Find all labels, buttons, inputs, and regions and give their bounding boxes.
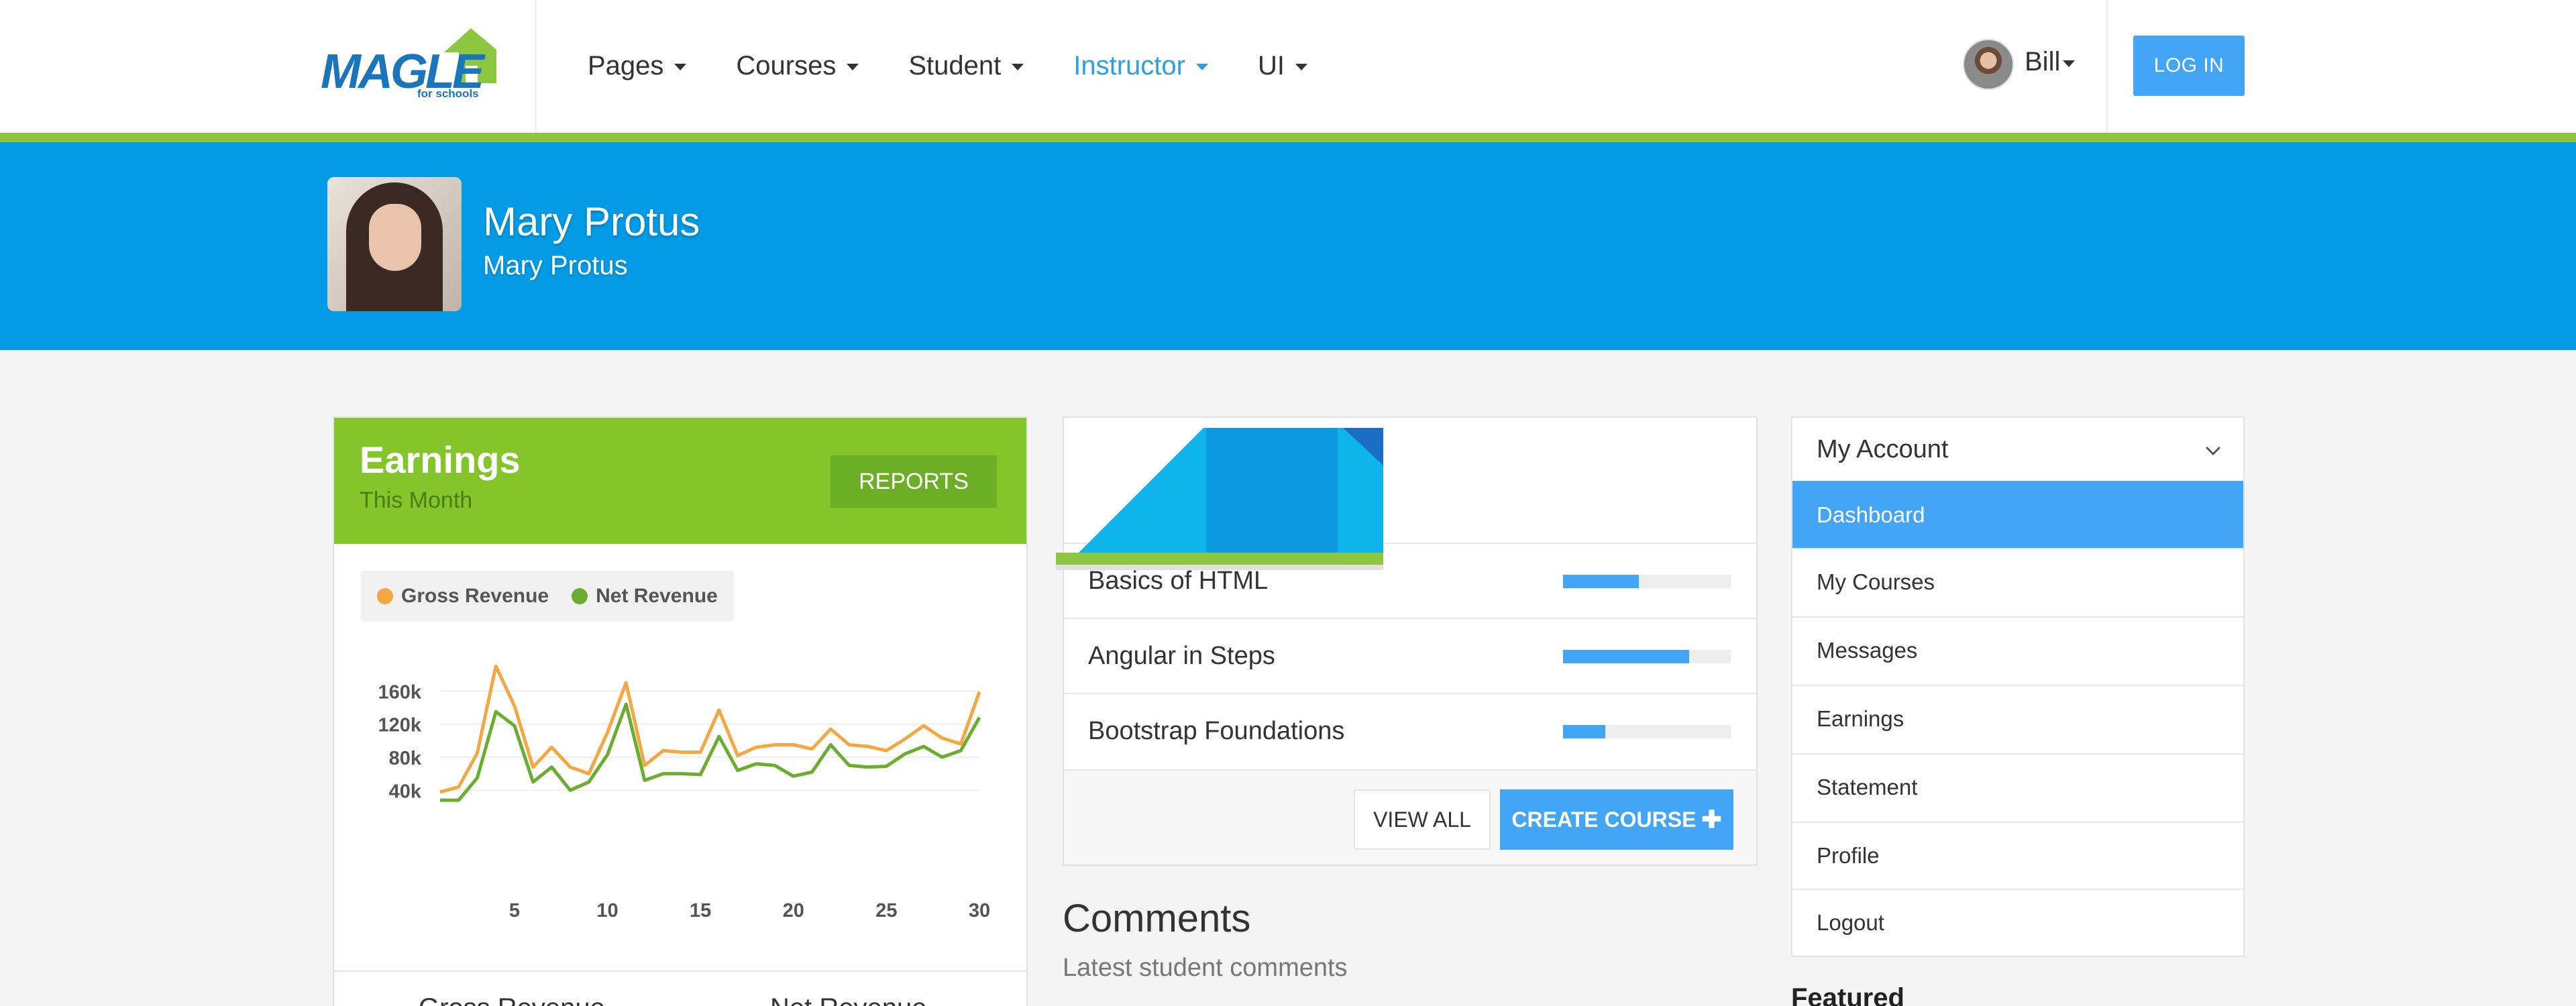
account-item-logout[interactable]: Logout: [1792, 889, 2243, 956]
nav-label: Instructor: [1073, 50, 1185, 80]
nav-item-pages[interactable]: Pages: [588, 47, 687, 85]
account-menu-title: My Account: [1817, 435, 1949, 463]
course-row[interactable]: Angular in Steps: [1064, 618, 1756, 693]
comments-subtitle: Latest student comments: [1063, 954, 1348, 982]
nav-item-courses[interactable]: Courses: [736, 47, 859, 85]
x-tick-label: 5: [509, 900, 520, 921]
main-nav: Pages Courses Student Instructor UI: [588, 47, 1357, 85]
course-row[interactable]: Bootstrap Foundations: [1064, 693, 1756, 768]
user-menu[interactable]: Bill: [2025, 47, 2076, 77]
y-tick-label: 80k: [389, 748, 422, 769]
y-tick-label: 160k: [378, 681, 421, 703]
course-thumbnail[interactable]: [1056, 428, 1383, 570]
chart-legend: Gross Revenue Net Revenue: [361, 571, 734, 622]
account-item-profile[interactable]: Profile: [1792, 822, 2243, 889]
create-course-label: CREATE COURSE: [1511, 807, 1697, 832]
progress-fill: [1563, 650, 1689, 663]
create-course-button[interactable]: CREATE COURSE ✚: [1500, 789, 1733, 850]
y-tick-label: 40k: [389, 781, 422, 802]
view-all-button[interactable]: VIEW ALL: [1354, 789, 1491, 850]
nav-accent-bar: [0, 133, 2576, 142]
nav-item-ui[interactable]: UI: [1258, 47, 1307, 85]
brand-logo[interactable]: MAGLE for schools: [321, 27, 496, 104]
net-revenue-label: Net Revenue: [770, 993, 926, 1006]
chevron-down-icon: [2206, 441, 2220, 455]
caret-down-icon: [674, 64, 687, 70]
legend-dot-icon: [377, 588, 393, 604]
legend-entry-net[interactable]: Net Revenue: [572, 585, 718, 608]
legend-label: Gross Revenue: [401, 585, 549, 607]
account-menu-card: My Account Dashboard My Courses Messages…: [1791, 416, 2245, 957]
account-item-messages[interactable]: Messages: [1792, 616, 2243, 683]
account-item-my-courses[interactable]: My Courses: [1792, 548, 2243, 615]
x-tick-label: 15: [690, 900, 711, 921]
x-tick-label: 20: [783, 900, 804, 921]
earnings-subtitle: This Month: [360, 488, 473, 513]
course-progress-bar: [1563, 725, 1731, 738]
login-button[interactable]: LOG IN: [2133, 36, 2245, 96]
course-progress-bar: [1563, 575, 1731, 588]
nav-divider: [535, 0, 537, 133]
featured-heading: Featured: [1791, 983, 1904, 1006]
profile-subtitle: Mary Protus: [483, 251, 628, 280]
user-avatar[interactable]: [1963, 39, 2014, 90]
course-progress-bar: [1563, 650, 1731, 663]
courses-footer: VIEW ALL CREATE COURSE ✚: [1064, 769, 1756, 864]
comments-heading: Comments: [1063, 897, 1251, 940]
y-tick-label: 120k: [378, 715, 421, 736]
caret-down-icon: [1195, 64, 1208, 70]
x-tick-label: 25: [875, 900, 897, 921]
nav-label: Courses: [736, 50, 837, 80]
gross-revenue-label: Gross Revenue: [419, 993, 605, 1006]
series-line-net-revenue: [440, 702, 981, 802]
caret-down-icon: [2063, 60, 2076, 67]
course-title: Bootstrap Foundations: [1088, 717, 1345, 745]
profile-photo: [327, 177, 462, 311]
legend-label: Net Revenue: [596, 585, 718, 607]
user-name: Bill: [2025, 47, 2061, 76]
account-item-earnings[interactable]: Earnings: [1792, 685, 2243, 752]
caret-down-icon: [1012, 64, 1024, 70]
course-title: Angular in Steps: [1088, 642, 1275, 670]
series-line-gross-revenue: [439, 664, 981, 794]
nav-item-instructor[interactable]: Instructor: [1073, 47, 1208, 85]
progress-fill: [1563, 725, 1605, 738]
progress-fill: [1563, 575, 1639, 588]
reports-button[interactable]: REPORTS: [830, 455, 997, 508]
nav-item-student[interactable]: Student: [908, 47, 1024, 85]
nav-label: UI: [1257, 50, 1285, 80]
earnings-card: Earnings This Month REPORTS Gross Revenu…: [333, 416, 1028, 1006]
top-navbar: MAGLE for schools Pages Courses Student …: [0, 0, 2576, 133]
nav-label: Pages: [588, 50, 664, 80]
legend-entry-gross[interactable]: Gross Revenue: [377, 585, 549, 608]
plus-icon: ✚: [1701, 805, 1722, 833]
logo-tagline: for schools: [417, 87, 479, 100]
nav-divider: [2106, 0, 2108, 133]
earnings-line-chart: 40k 80k 120k 160k 5 10 15 20 25 30: [378, 664, 990, 921]
x-tick-label: 30: [969, 900, 990, 921]
nav-label: Student: [908, 50, 1002, 80]
account-menu-header[interactable]: My Account: [1792, 418, 2243, 481]
legend-dot-icon: [572, 588, 588, 604]
earnings-header: Earnings This Month REPORTS: [334, 418, 1026, 544]
account-item-dashboard[interactable]: Dashboard: [1792, 481, 2243, 548]
caret-down-icon: [847, 64, 859, 70]
profile-name: Mary Protus: [483, 199, 700, 244]
caret-down-icon: [1295, 64, 1307, 70]
x-tick-label: 10: [596, 900, 618, 921]
earnings-footer-divider: [334, 970, 1026, 972]
account-item-statement[interactable]: Statement: [1792, 753, 2243, 820]
earnings-title: Earnings: [360, 439, 521, 481]
course-title: Basics of HTML: [1088, 567, 1269, 595]
